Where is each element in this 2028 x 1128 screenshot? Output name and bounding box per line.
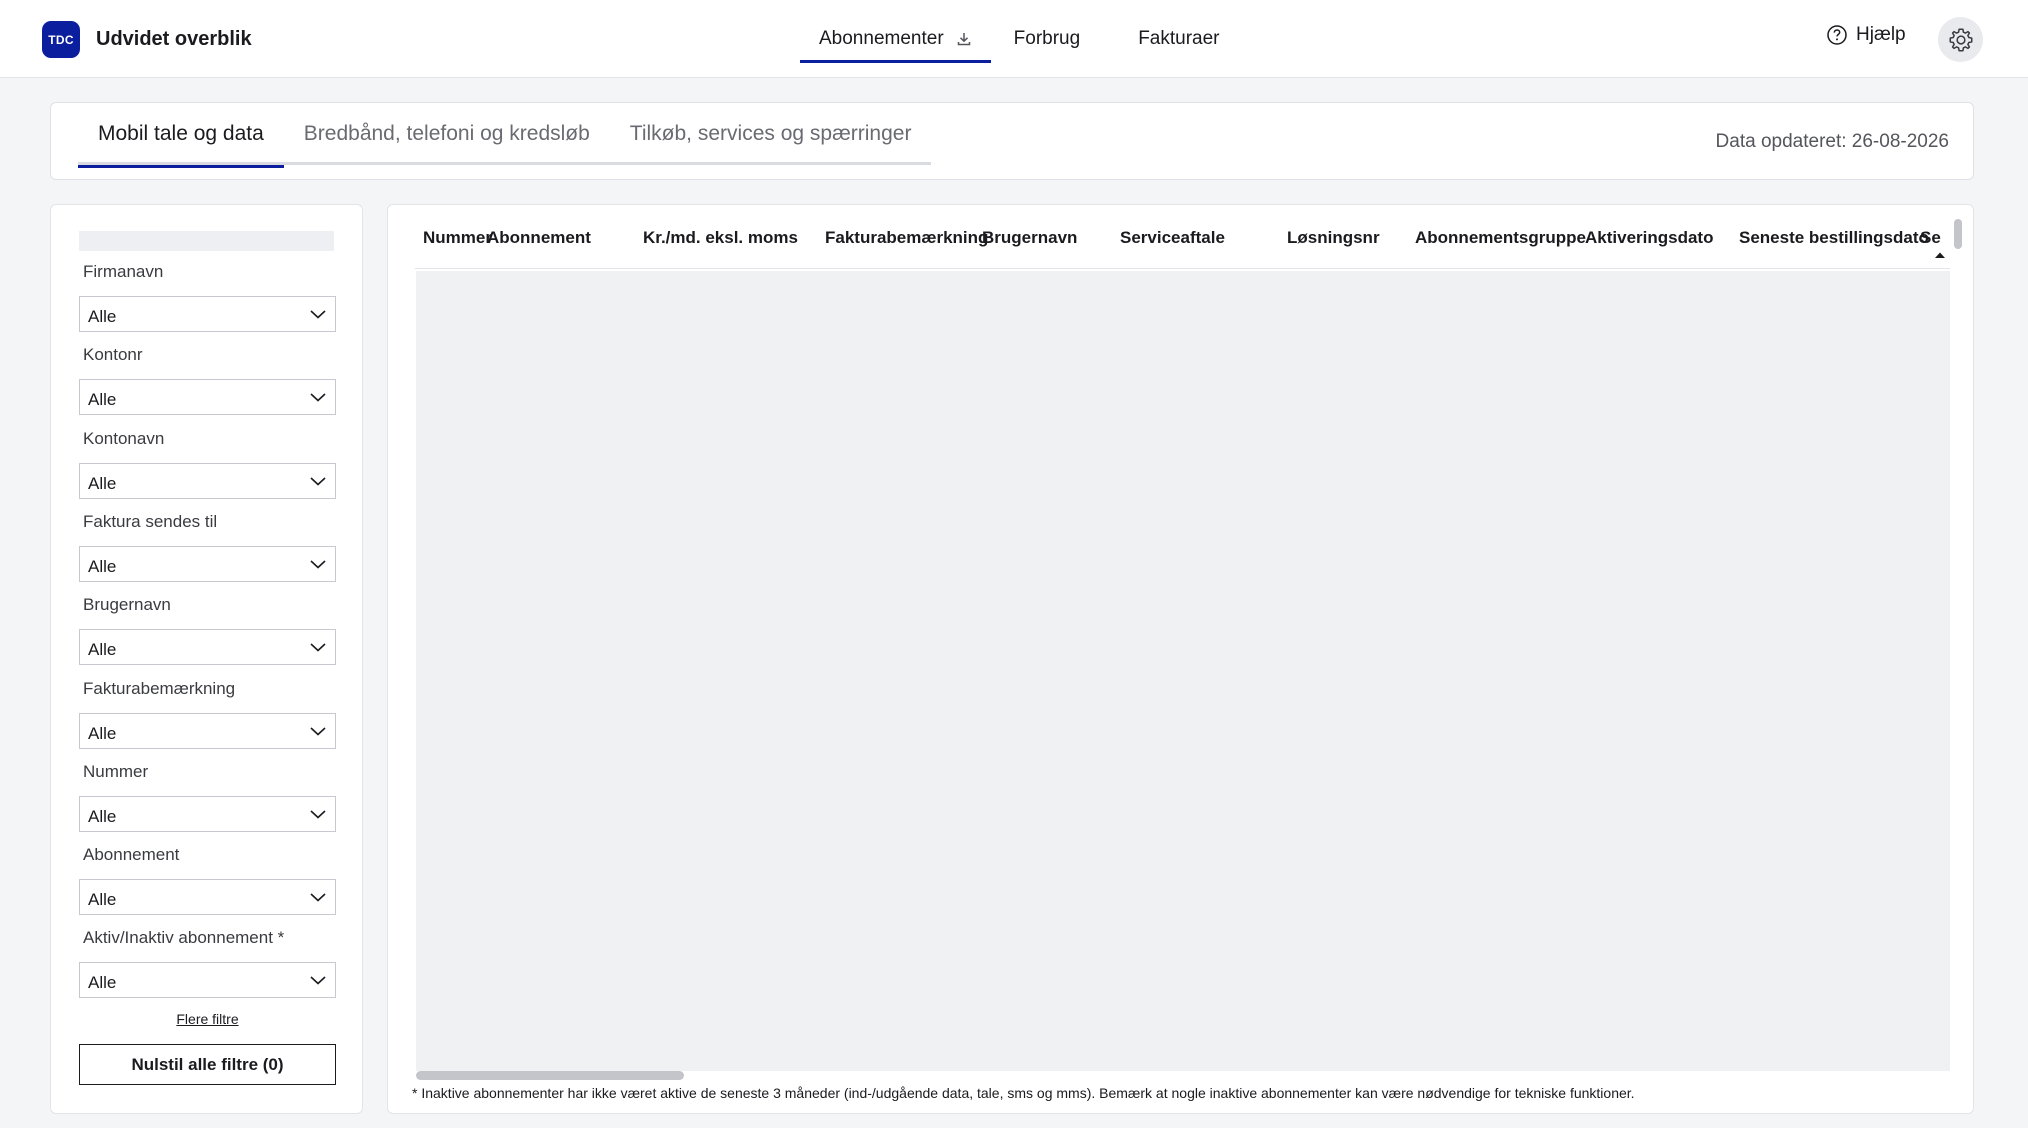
col-header-truncated[interactable]: Se [1920, 228, 1941, 248]
horizontal-scrollbar[interactable] [416, 1071, 684, 1080]
more-filters-link[interactable]: Flere filtre [51, 1011, 364, 1027]
nav-abonnementer[interactable]: Abonnementer [800, 0, 991, 78]
filter-select[interactable]: Alle [79, 713, 336, 749]
filter-select-value: Alle [88, 640, 117, 659]
filter-label: Faktura sendes til [83, 512, 218, 531]
download-icon[interactable] [956, 31, 972, 47]
product-tabs: Mobil tale og data Bredbånd, telefoni og… [78, 103, 932, 168]
nav-abonnementer-label: Abonnementer [819, 28, 944, 49]
col-header-losningsnr[interactable]: Løsningsnr [1287, 228, 1380, 248]
filter-label: Kontonavn [83, 429, 165, 448]
gear-icon [1949, 28, 1972, 51]
filter-select-value: Alle [88, 557, 117, 576]
filter-select[interactable]: Alle [79, 879, 336, 915]
filter-select[interactable]: Alle [79, 962, 336, 998]
filter-group: Kontonr Alle [79, 345, 336, 415]
chevron-down-icon [310, 310, 326, 319]
filter-label: Aktiv/Inaktiv abonnement * [83, 928, 285, 947]
help-icon [1827, 25, 1847, 45]
settings-button[interactable] [1938, 17, 1983, 62]
chevron-down-icon [310, 393, 326, 402]
col-header-abonnementsgruppe[interactable]: Abonnementsgruppe [1415, 228, 1586, 248]
vertical-scrollbar[interactable] [1954, 219, 1962, 249]
col-header-seneste-bestillingsdato[interactable]: Seneste bestillingsdato [1739, 228, 1929, 248]
col-header-nummer[interactable]: Nummer [423, 228, 492, 248]
filter-select-value: Alle [88, 474, 117, 493]
col-header-abonnement[interactable]: Abonnement [487, 228, 591, 248]
inactive-footnote: * Inaktive abonnementer har ikke været a… [412, 1085, 1635, 1101]
filter-label: Firmanavn [83, 262, 164, 281]
filter-label: Fakturabemærkning [83, 679, 236, 698]
chevron-down-icon [310, 477, 326, 486]
top-bar: TDC Udvidet overblik Abonnementer Forbru… [0, 0, 2028, 78]
filter-panel: Firmanavn Alle Kontonr Alle Kontonavn Alle Fak… [50, 204, 363, 1114]
table-body-placeholder [416, 271, 1950, 1071]
filter-select-value: Alle [88, 307, 117, 326]
sort-ascending-icon[interactable] [1934, 251, 1946, 259]
filter-label: Abonnement [83, 845, 180, 864]
filter-group: Firmanavn Alle [79, 262, 336, 332]
filter-group: Nummer Alle [79, 762, 336, 832]
filter-label: Nummer [83, 762, 149, 781]
tab-mobil-tale-og-data[interactable]: Mobil tale og data [78, 103, 284, 168]
tab-tilkob-services-spaerringer[interactable]: Tilkøb, services og spærringer [610, 103, 932, 165]
tdc-logo: TDC [42, 21, 80, 58]
data-updated-label: Data opdateret: 26-08-2026 [1715, 131, 1949, 152]
col-header-fakturabemaerkning[interactable]: Fakturabemærkning [825, 228, 988, 248]
filter-select[interactable]: Alle [79, 379, 336, 415]
col-header-kr-md[interactable]: Kr./md. eksl. moms [643, 228, 798, 248]
filter-select[interactable]: Alle [79, 796, 336, 832]
filter-select[interactable]: Alle [79, 546, 336, 582]
nav-fakturaer[interactable]: Fakturaer [1119, 0, 1238, 78]
nav-fakturaer-label: Fakturaer [1138, 28, 1220, 49]
product-tabs-card: Mobil tale og data Bredbånd, telefoni og… [50, 102, 1974, 180]
chevron-down-icon [310, 810, 326, 819]
col-header-serviceaftale[interactable]: Serviceaftale [1120, 228, 1225, 248]
filter-group: Aktiv/Inaktiv abonnement * Alle [79, 928, 336, 998]
app-title: Udvidet overblik [96, 28, 252, 50]
filter-label: Kontonr [83, 345, 143, 364]
filter-select[interactable]: Alle [79, 296, 336, 332]
subscriptions-table-panel: Nummer Abonnement Kr./md. eksl. moms Fak… [387, 204, 1974, 1114]
filter-select[interactable]: Alle [79, 463, 336, 499]
chevron-down-icon [310, 893, 326, 902]
reset-filters-button[interactable]: Nulstil alle filtre (0) [79, 1044, 336, 1085]
table-header: Nummer Abonnement Kr./md. eksl. moms Fak… [415, 205, 1950, 269]
filter-group: Kontonavn Alle [79, 429, 336, 499]
filter-select-value: Alle [88, 724, 117, 743]
filter-select[interactable]: Alle [79, 629, 336, 665]
chevron-down-icon [310, 727, 326, 736]
help-label: Hjælp [1856, 24, 1906, 45]
chevron-down-icon [310, 976, 326, 985]
filter-select-value: Alle [88, 807, 117, 826]
help-link[interactable]: Hjælp [1826, 24, 1906, 46]
brand[interactable]: TDC Udvidet overblik [42, 21, 252, 58]
filter-select-value: Alle [88, 390, 117, 409]
col-header-brugernavn[interactable]: Brugernavn [982, 228, 1077, 248]
main-nav: Abonnementer Forbrug Fakturaer [800, 0, 1239, 78]
col-header-aktiveringsdato[interactable]: Aktiveringsdato [1585, 228, 1713, 248]
filter-select-value: Alle [88, 973, 117, 992]
filter-label: Brugernavn [83, 595, 171, 614]
nav-forbrug[interactable]: Forbrug [995, 0, 1100, 78]
filter-header-placeholder [79, 231, 334, 251]
nav-forbrug-label: Forbrug [1013, 28, 1081, 49]
filter-group: Brugernavn Alle [79, 595, 336, 665]
filter-group: Fakturabemærkning Alle [79, 679, 336, 749]
chevron-down-icon [310, 643, 326, 652]
tab-bredband-telefoni-kredslob[interactable]: Bredbånd, telefoni og kredsløb [284, 103, 610, 165]
filter-group: Faktura sendes til Alle [79, 512, 336, 582]
chevron-down-icon [310, 560, 326, 569]
filter-select-value: Alle [88, 890, 117, 909]
filter-group: Abonnement Alle [79, 845, 336, 915]
